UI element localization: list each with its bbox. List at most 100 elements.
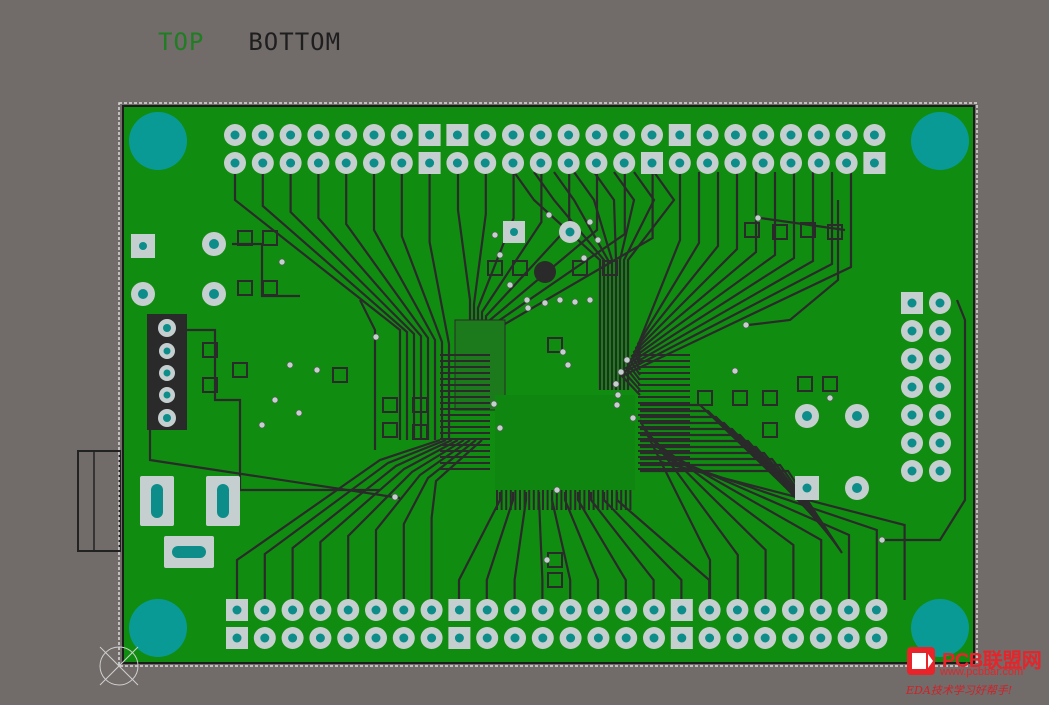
header-pin xyxy=(585,152,608,174)
header-pin xyxy=(502,124,524,146)
header-pin xyxy=(901,348,923,370)
header-pin xyxy=(837,627,860,649)
via xyxy=(506,281,514,289)
via xyxy=(258,421,266,429)
via xyxy=(523,296,531,304)
watermark-slogan: EDA技术学习好帮手! xyxy=(906,684,1013,697)
watermark-url: www.pcbbar.com xyxy=(940,666,1024,678)
header-pin xyxy=(587,599,610,621)
header-pin xyxy=(641,152,663,174)
via xyxy=(491,231,499,239)
header-pin xyxy=(724,152,747,174)
header-pin xyxy=(559,599,582,621)
header-pin xyxy=(224,124,246,146)
header-pin xyxy=(724,124,747,146)
header-pin xyxy=(613,124,636,146)
header-pin xyxy=(476,599,499,621)
header-pin xyxy=(901,432,923,454)
header-pin xyxy=(392,627,415,649)
usb-pads xyxy=(147,314,187,430)
header-pin xyxy=(251,152,274,174)
header-pin xyxy=(504,599,526,621)
header-pin xyxy=(307,124,330,146)
pcb-canvas[interactable] xyxy=(0,0,1049,705)
header-pin xyxy=(390,152,413,174)
header-pin xyxy=(224,152,246,174)
header-pin xyxy=(780,152,802,174)
via xyxy=(586,296,594,304)
via xyxy=(580,254,588,262)
header-pin xyxy=(809,599,832,621)
via xyxy=(559,348,567,356)
header-pin xyxy=(531,627,554,649)
header-pin xyxy=(307,152,330,174)
header-pin xyxy=(418,152,441,174)
header-pin xyxy=(392,599,415,621)
header-pin xyxy=(363,124,385,146)
header-pin xyxy=(929,376,951,398)
via xyxy=(313,366,321,374)
header-pin xyxy=(807,124,830,146)
via xyxy=(617,368,625,376)
via xyxy=(564,361,572,369)
via xyxy=(556,296,564,304)
via xyxy=(553,486,561,494)
header-pin xyxy=(929,432,951,454)
header-pin xyxy=(309,599,332,621)
mounting-hole xyxy=(129,599,187,657)
header-pin xyxy=(901,404,923,426)
header-pin xyxy=(557,152,580,174)
via xyxy=(391,493,399,501)
header-pin xyxy=(448,627,471,649)
header-pin xyxy=(420,627,443,649)
header-pin xyxy=(253,599,276,621)
header-pin xyxy=(782,599,804,621)
via xyxy=(524,304,532,312)
header-pin xyxy=(365,599,387,621)
via xyxy=(614,391,622,399)
via xyxy=(612,380,620,388)
header-pin xyxy=(251,124,274,146)
header-pin xyxy=(279,124,302,146)
header-pin xyxy=(696,124,719,146)
header-pin xyxy=(670,627,693,649)
header-pin xyxy=(281,627,304,649)
header-pin xyxy=(615,627,638,649)
header-pin xyxy=(365,627,387,649)
header-pin xyxy=(448,599,471,621)
via xyxy=(594,236,602,244)
header-pin xyxy=(929,348,951,370)
via xyxy=(286,361,294,369)
header-pin xyxy=(901,376,923,398)
via xyxy=(754,214,762,222)
header-pin xyxy=(335,124,358,146)
via xyxy=(543,556,551,564)
header-pin xyxy=(559,627,582,649)
header-pin xyxy=(613,152,636,174)
via xyxy=(496,424,504,432)
header-pin xyxy=(754,627,777,649)
via xyxy=(295,409,303,417)
header-pin xyxy=(780,124,802,146)
header-pin xyxy=(929,292,951,314)
via xyxy=(271,396,279,404)
header-pin xyxy=(726,627,749,649)
via xyxy=(490,400,498,408)
header-pin xyxy=(309,627,332,649)
mounting-hole xyxy=(129,112,187,170)
mounting-hole xyxy=(911,112,969,170)
header-pin xyxy=(502,152,524,174)
header-pin xyxy=(446,152,469,174)
via xyxy=(878,536,886,544)
via xyxy=(278,258,286,266)
via xyxy=(731,367,739,375)
header-pin xyxy=(643,627,665,649)
via xyxy=(372,333,380,341)
header-pin xyxy=(835,124,858,146)
header-pin xyxy=(698,627,721,649)
header-pin xyxy=(587,627,610,649)
via xyxy=(742,321,750,329)
header-pin xyxy=(698,599,721,621)
via xyxy=(496,251,504,259)
header-pin xyxy=(643,599,665,621)
